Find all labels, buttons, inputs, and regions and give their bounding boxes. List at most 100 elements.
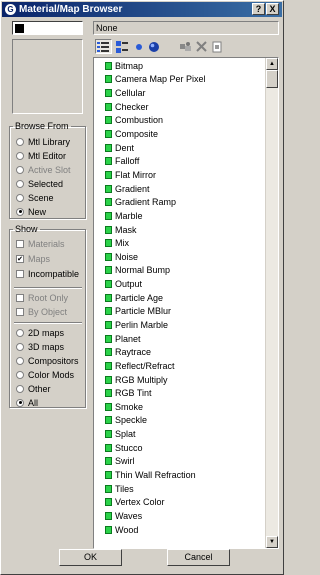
map-name: Planet: [115, 333, 141, 344]
list-item[interactable]: Speckle: [94, 414, 266, 428]
map-name: Particle MBlur: [115, 306, 172, 317]
view-small-icons-icon[interactable]: [132, 39, 146, 54]
radio-option-color-mods[interactable]: Color Mods: [16, 369, 74, 380]
list-item[interactable]: Raytrace: [94, 345, 266, 359]
radio-option-compositors[interactable]: Compositors: [16, 355, 79, 366]
list-item[interactable]: Output: [94, 277, 266, 291]
checkbox[interactable]: [16, 254, 24, 263]
radio-button[interactable]: [16, 137, 24, 146]
list-item[interactable]: Thin Wall Refraction: [94, 468, 266, 482]
scroll-thumb[interactable]: [266, 70, 278, 88]
map-list[interactable]: Bitmap Camera Map Per Pixel Cellular Checke…: [93, 57, 279, 549]
list-item[interactable]: Combustion: [94, 114, 266, 128]
list-item[interactable]: Splat: [94, 427, 266, 441]
list-item[interactable]: Particle Age: [94, 291, 266, 305]
radio-button[interactable]: [16, 193, 24, 202]
list-item[interactable]: Gradient Ramp: [94, 195, 266, 209]
map-name: Gradient: [115, 183, 150, 194]
scroll-up-button[interactable]: ▲: [266, 58, 278, 70]
list-item[interactable]: Normal Bump: [94, 264, 266, 278]
radio-option-mtl-editor[interactable]: Mtl Editor: [16, 150, 66, 161]
radio-button[interactable]: [16, 328, 24, 337]
list-item[interactable]: Particle MBlur: [94, 305, 266, 319]
cancel-button[interactable]: Cancel: [167, 549, 230, 566]
list-item[interactable]: Reflect/Refract: [94, 359, 266, 373]
list-item[interactable]: Gradient: [94, 182, 266, 196]
update-scene-materials-icon[interactable]: [177, 39, 193, 54]
list-item[interactable]: Waves: [94, 509, 266, 523]
map-type-icon: [105, 361, 112, 370]
vertical-scrollbar[interactable]: ▲ ▼: [265, 58, 278, 548]
check-option-root-only[interactable]: Root Only: [16, 292, 68, 303]
radio-option-all[interactable]: All: [16, 397, 38, 408]
ok-button[interactable]: OK: [59, 549, 122, 566]
list-item[interactable]: Mix: [94, 236, 266, 250]
delete-icon[interactable]: [194, 39, 208, 54]
list-item[interactable]: Wood: [94, 523, 266, 537]
radio-button[interactable]: [16, 342, 24, 351]
check-option-maps[interactable]: Maps: [16, 253, 50, 264]
checkbox[interactable]: [16, 293, 24, 302]
list-item[interactable]: Bitmap: [94, 59, 266, 73]
radio-button[interactable]: [16, 356, 24, 365]
list-item[interactable]: Flat Mirror: [94, 168, 266, 182]
list-item[interactable]: Vertex Color: [94, 496, 266, 510]
radio-option-scene[interactable]: Scene: [16, 192, 54, 203]
option-label: Color Mods: [28, 369, 75, 380]
scroll-down-button[interactable]: ▼: [266, 536, 278, 548]
radio-button[interactable]: [16, 179, 24, 188]
list-item[interactable]: Perlin Marble: [94, 318, 266, 332]
list-item[interactable]: Composite: [94, 127, 266, 141]
list-item[interactable]: Tiles: [94, 482, 266, 496]
list-item[interactable]: RGB Multiply: [94, 373, 266, 387]
list-item[interactable]: Camera Map Per Pixel: [94, 73, 266, 87]
list-item[interactable]: Marble: [94, 209, 266, 223]
list-item[interactable]: Dent: [94, 141, 266, 155]
map-name: Checker: [115, 101, 149, 112]
list-item[interactable]: Mask: [94, 223, 266, 237]
help-button[interactable]: ?: [252, 3, 265, 15]
radio-button[interactable]: [16, 384, 24, 393]
list-item[interactable]: Smoke: [94, 400, 266, 414]
check-option-materials[interactable]: Materials: [16, 238, 65, 249]
radio-option-mtl-library[interactable]: Mtl Library: [16, 136, 70, 147]
radio-button[interactable]: [16, 207, 24, 216]
option-label: Incompatible: [28, 268, 80, 279]
map-name: Camera Map Per Pixel: [115, 74, 206, 85]
clear-library-icon[interactable]: [210, 39, 224, 54]
radio-button[interactable]: [16, 165, 24, 174]
radio-option-active-slot[interactable]: Active Slot: [16, 164, 71, 175]
list-item[interactable]: Noise: [94, 250, 266, 264]
checkbox[interactable]: [16, 269, 24, 278]
map-type-icon: [105, 157, 112, 166]
view-large-icons-icon[interactable]: [147, 39, 161, 54]
map-name: Combustion: [115, 115, 164, 126]
check-option-incompatible[interactable]: Incompatible: [16, 268, 79, 279]
radio-option-2d-maps[interactable]: 2D maps: [16, 327, 64, 338]
list-item[interactable]: Falloff: [94, 154, 266, 168]
view-list-icons-icon[interactable]: [114, 39, 130, 54]
radio-option-new[interactable]: New: [16, 206, 46, 217]
list-item[interactable]: RGB Tint: [94, 386, 266, 400]
checkbox[interactable]: [16, 307, 24, 316]
radio-option-3d-maps[interactable]: 3D maps: [16, 341, 64, 352]
close-button[interactable]: X: [266, 3, 279, 15]
list-item[interactable]: Stucco: [94, 441, 266, 455]
checkbox[interactable]: [16, 239, 24, 248]
radio-button[interactable]: [16, 151, 24, 160]
radio-button[interactable]: [16, 370, 24, 379]
option-label: New: [28, 206, 47, 217]
view-list-icon[interactable]: [95, 39, 112, 54]
list-item[interactable]: Cellular: [94, 86, 266, 100]
check-option-by-object[interactable]: By Object: [16, 306, 67, 317]
material-name-input[interactable]: [12, 21, 83, 35]
radio-option-selected[interactable]: Selected: [16, 178, 63, 189]
list-item[interactable]: Swirl: [94, 455, 266, 469]
map-type-icon: [105, 457, 112, 466]
radio-option-other[interactable]: Other: [16, 383, 51, 394]
radio-button[interactable]: [16, 398, 24, 407]
map-type-icon: [105, 170, 112, 179]
title-bar[interactable]: G Material/Map Browser ? X: [2, 2, 282, 17]
list-item[interactable]: Checker: [94, 100, 266, 114]
list-item[interactable]: Planet: [94, 332, 266, 346]
